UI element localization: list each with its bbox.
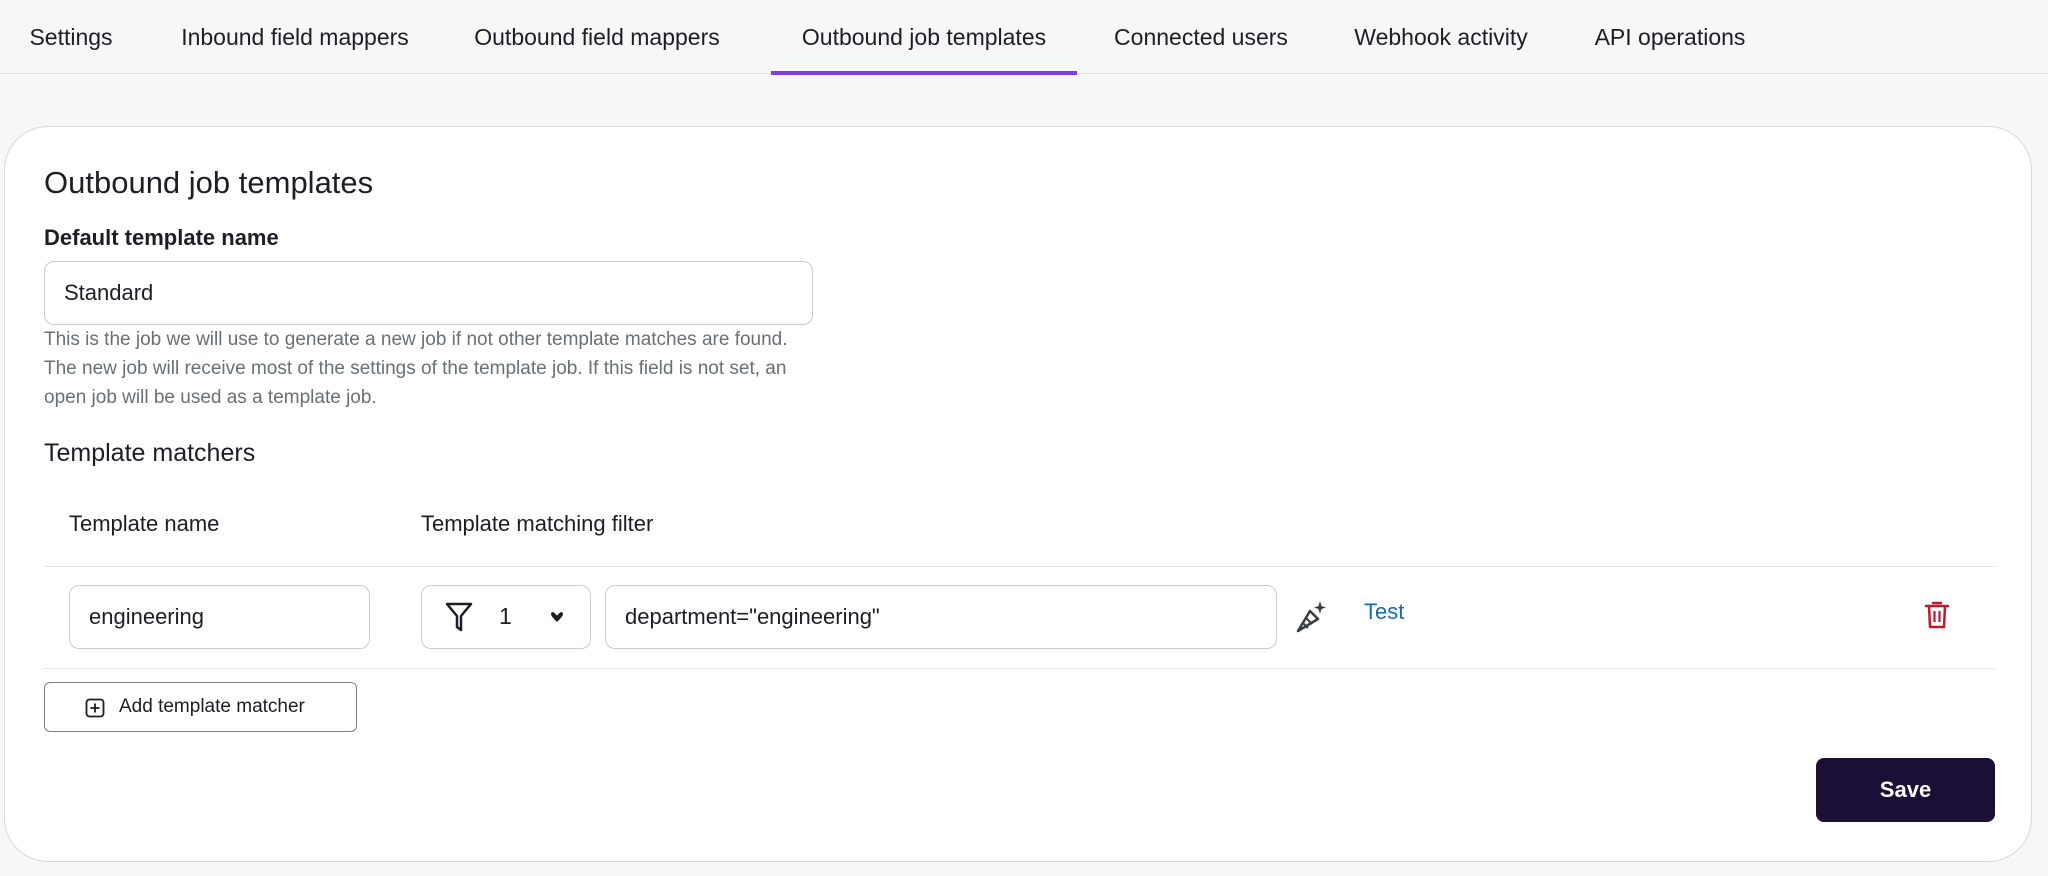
add-template-matcher-button[interactable]: Add template matcher: [44, 682, 357, 732]
tab-inbound-field-mappers[interactable]: Inbound field mappers: [156, 0, 434, 74]
tab-connected-users[interactable]: Connected users: [1096, 0, 1306, 74]
plus-square-icon: [85, 697, 105, 719]
column-header-template-name: Template name: [69, 511, 220, 536]
tab-settings[interactable]: Settings: [4, 0, 138, 74]
tab-outbound-field-mappers[interactable]: Outbound field mappers: [452, 0, 742, 74]
tab-outbound-job-templates[interactable]: Outbound job templates: [771, 0, 1077, 75]
add-template-matcher-label: Add template matcher: [119, 696, 305, 717]
page-title: Outbound job templates: [44, 165, 374, 200]
tab-webhook-activity[interactable]: Webhook activity: [1334, 0, 1548, 74]
table-divider-bottom: [44, 668, 1995, 669]
test-link[interactable]: Test: [1364, 599, 1404, 625]
tab-api-operations[interactable]: API operations: [1578, 0, 1762, 74]
table-row: engineering 1 department="engineering" T…: [5, 566, 2033, 666]
template-name-input[interactable]: engineering: [69, 585, 370, 649]
filter-count: 1: [499, 603, 512, 629]
trash-icon[interactable]: [1923, 599, 1951, 631]
filter-icon: [444, 601, 474, 633]
default-template-label: Default template name: [44, 225, 279, 250]
save-button[interactable]: Save: [1816, 758, 1995, 822]
default-template-help: This is the job we will use to generate …: [44, 329, 788, 408]
caret-down-icon: [549, 610, 565, 624]
filter-count-dropdown[interactable]: 1: [421, 585, 591, 649]
column-header-template-filter: Template matching filter: [421, 511, 654, 536]
default-template-input[interactable]: Standard: [44, 261, 813, 325]
magic-wand-icon[interactable]: [1293, 596, 1331, 636]
tab-bar: Settings Inbound field mappers Outbound …: [0, 0, 2048, 75]
template-matchers-title: Template matchers: [44, 439, 256, 467]
filter-expression-input[interactable]: department="engineering": [605, 585, 1277, 649]
templates-card: Outbound job templates Default template …: [4, 126, 2032, 862]
